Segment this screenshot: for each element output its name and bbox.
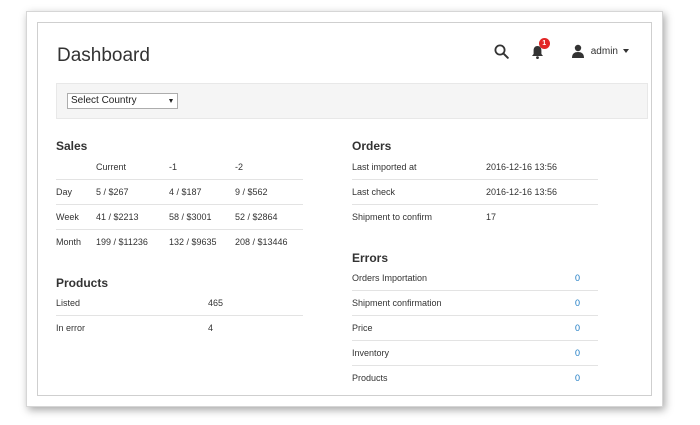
errors-row-label: Price bbox=[352, 323, 373, 333]
header-actions: 1 admin bbox=[493, 38, 629, 60]
sales-title: Sales bbox=[56, 139, 88, 153]
errors-row-count-link[interactable]: 0 bbox=[575, 373, 580, 383]
errors-row-label: Shipment confirmation bbox=[352, 298, 442, 308]
sales-row-label: Day bbox=[56, 187, 73, 197]
sales-col-header: -1 bbox=[169, 162, 178, 172]
country-select-value: Select Country bbox=[71, 95, 137, 106]
window: Dashboard 1 admin Select Country Sales C… bbox=[26, 11, 663, 407]
products-title: Products bbox=[56, 276, 109, 290]
orders-row-value: 2016-12-16 13:56 bbox=[486, 162, 558, 172]
errors-row-label: Inventory bbox=[352, 348, 390, 358]
errors-row-label: Products bbox=[352, 373, 388, 383]
chevron-down-icon bbox=[623, 49, 629, 53]
orders-row-label: Shipment to confirm bbox=[352, 212, 433, 222]
filter-bar: Select Country bbox=[56, 83, 648, 119]
notifications-button[interactable]: 1 bbox=[531, 38, 550, 60]
divider bbox=[56, 315, 303, 316]
country-select[interactable]: Select Country bbox=[67, 93, 178, 109]
notification-badge: 1 bbox=[538, 38, 550, 49]
errors-row-count-link[interactable]: 0 bbox=[575, 298, 580, 308]
user-icon bbox=[571, 44, 584, 58]
errors-row-count-link[interactable]: 0 bbox=[575, 348, 580, 358]
sales-cell: 199 / $11236 bbox=[96, 237, 148, 247]
sales-cell: 9 / $562 bbox=[235, 187, 268, 197]
divider bbox=[56, 179, 303, 180]
errors-title: Errors bbox=[352, 251, 389, 265]
search-button[interactable] bbox=[493, 42, 511, 60]
orders-row-value: 2016-12-16 13:56 bbox=[486, 187, 558, 197]
divider bbox=[352, 179, 598, 180]
orders-row-value: 17 bbox=[486, 212, 497, 222]
products-row-label: Listed bbox=[56, 298, 81, 308]
errors-row-label: Orders Importation bbox=[352, 273, 428, 283]
sales-col-header: Current bbox=[96, 162, 127, 172]
sales-cell: 58 / $3001 bbox=[169, 212, 212, 222]
user-menu[interactable]: admin bbox=[571, 44, 629, 58]
sales-cell: 4 / $187 bbox=[169, 187, 202, 197]
dropdown-arrow-icon bbox=[169, 99, 173, 103]
orders-title: Orders bbox=[352, 139, 392, 153]
orders-row-label: Last imported at bbox=[352, 162, 417, 172]
sales-row-label: Month bbox=[56, 237, 82, 247]
divider bbox=[352, 365, 598, 366]
errors-row-count-link[interactable]: 0 bbox=[575, 323, 580, 333]
page-title: Dashboard bbox=[57, 45, 150, 66]
sales-cell: 208 / $13446 bbox=[235, 237, 288, 247]
orders-row-label: Last check bbox=[352, 187, 396, 197]
sales-cell: 132 / $9635 bbox=[169, 237, 217, 247]
user-name: admin bbox=[590, 45, 618, 57]
products-row-label: In error bbox=[56, 323, 86, 333]
sales-row-label: Week bbox=[56, 212, 79, 222]
search-icon bbox=[494, 44, 510, 59]
errors-row-count-link[interactable]: 0 bbox=[575, 273, 580, 283]
products-row-value: 465 bbox=[208, 298, 224, 308]
divider bbox=[352, 315, 598, 316]
dashboard-panel: Dashboard 1 admin Select Country Sales C… bbox=[37, 22, 652, 396]
divider bbox=[352, 204, 598, 205]
products-row-value: 4 bbox=[208, 323, 214, 333]
sales-cell: 41 / $2213 bbox=[96, 212, 139, 222]
divider bbox=[56, 229, 303, 230]
sales-cell: 5 / $267 bbox=[96, 187, 129, 197]
sales-col-header: -2 bbox=[235, 162, 244, 172]
divider bbox=[352, 340, 598, 341]
divider bbox=[56, 204, 303, 205]
divider bbox=[352, 290, 598, 291]
sales-cell: 52 / $2864 bbox=[235, 212, 278, 222]
